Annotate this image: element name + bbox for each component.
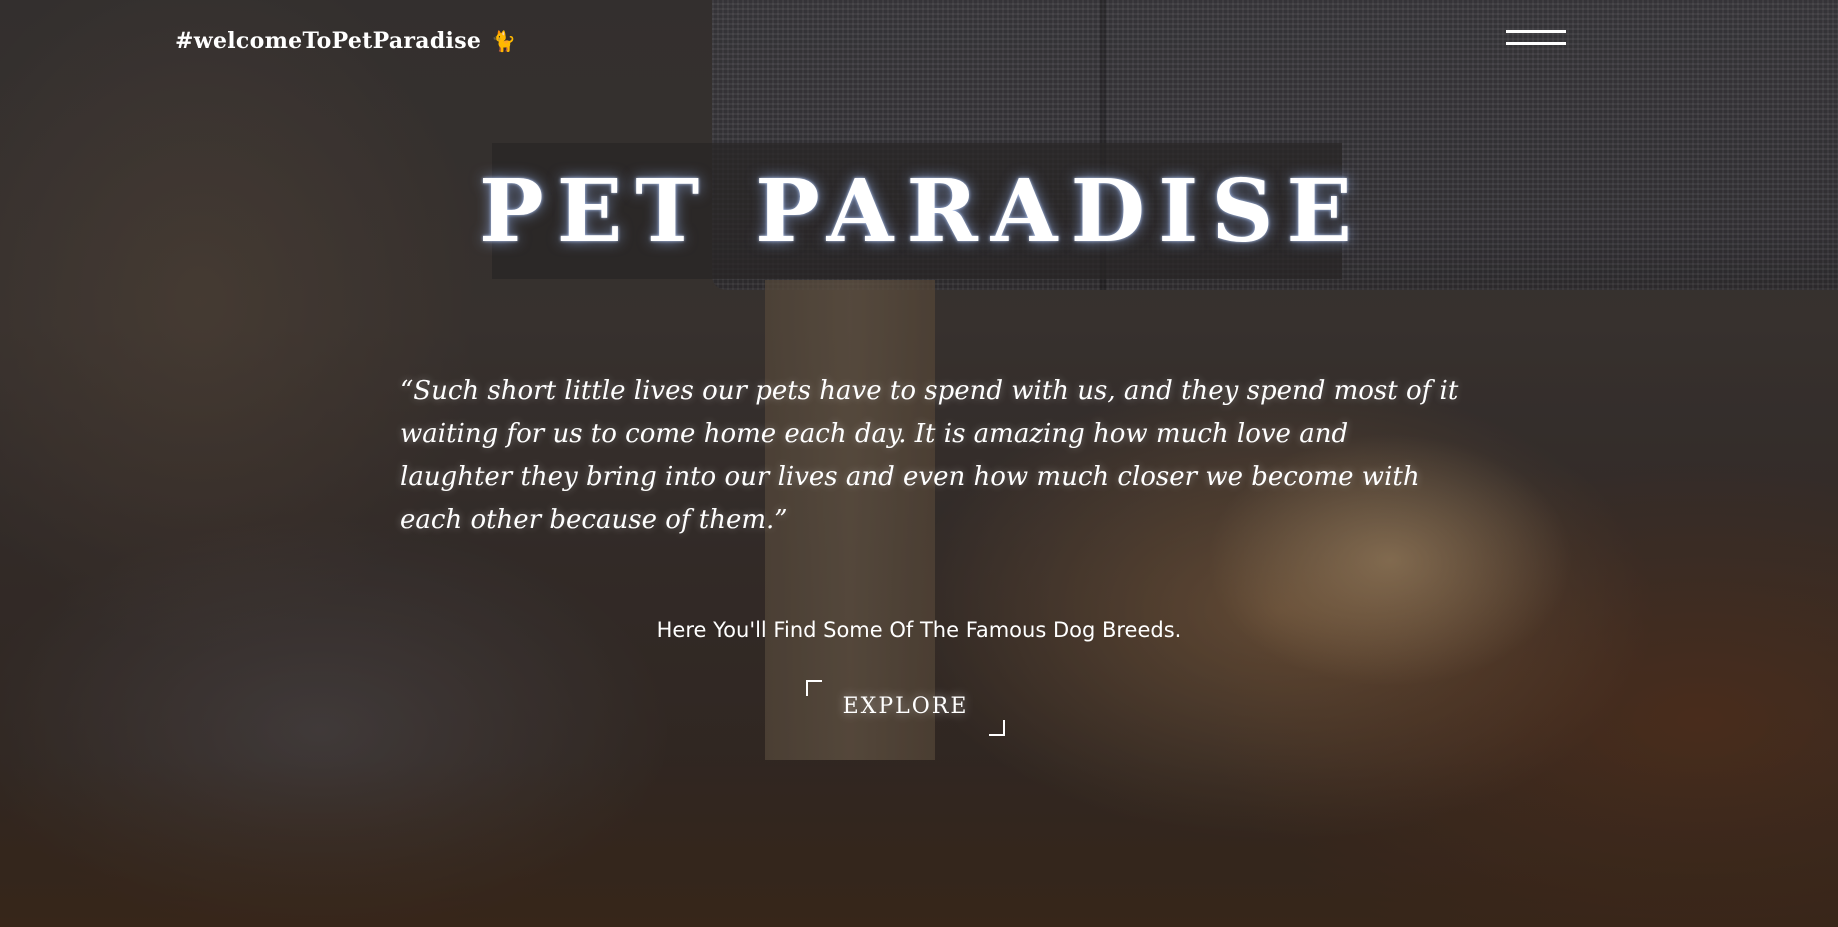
cat-icon: 🐈 [491, 29, 517, 53]
hamburger-menu-button[interactable] [1506, 28, 1566, 48]
menu-bar-bottom [1506, 42, 1566, 45]
explore-corner-bottom-right [989, 720, 1005, 736]
hero-section: #welcomeToPetParadise 🐈 PET PARADISE “Suc… [0, 0, 1838, 927]
page-title: PET PARADISE [479, 160, 1365, 262]
hero-quote: “Such short little lives our pets have t… [400, 376, 1459, 535]
brand-text: #welcomeToPetParadise [175, 28, 482, 54]
explore-button-label: EXPLORE [842, 694, 969, 719]
hero-subtitle: Here You'll Find Some Of The Famous Dog … [0, 618, 1838, 642]
menu-bar-top [1506, 30, 1566, 33]
explore-button[interactable]: EXPLORE [806, 680, 1005, 736]
brand-link[interactable]: #welcomeToPetParadise 🐈 [175, 28, 516, 54]
title-box: PET PARADISE [479, 143, 1352, 279]
hero-subtitle-text: Here You'll Find Some Of The Famous Dog … [656, 618, 1182, 642]
